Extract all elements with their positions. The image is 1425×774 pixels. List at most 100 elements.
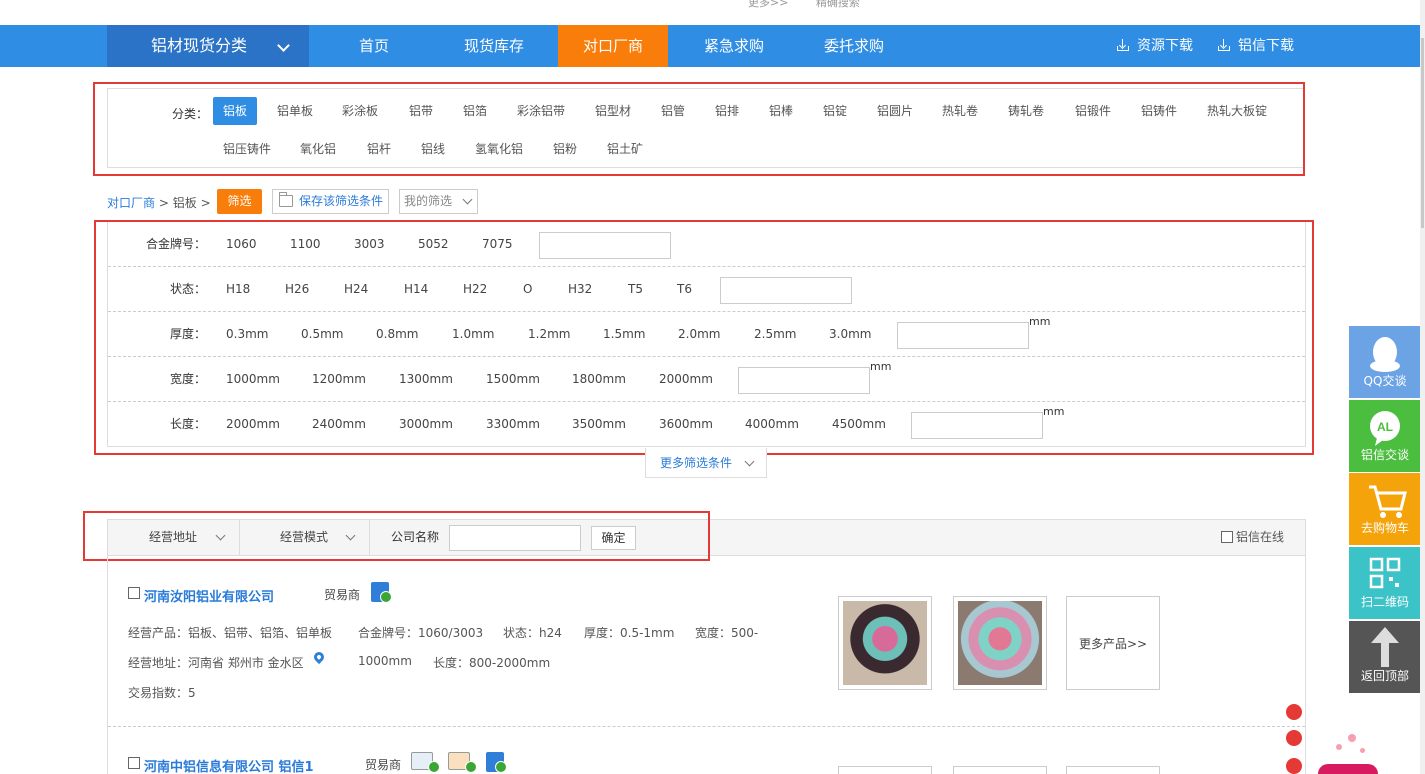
- save-filter-label: 保存该筛选条件: [299, 194, 384, 208]
- category-chip[interactable]: 铝土矿: [597, 135, 653, 163]
- precise-search-link[interactable]: 精确搜索: [816, 0, 860, 9]
- nav-home[interactable]: 首页: [319, 25, 429, 67]
- online-label: 铝信在线: [1236, 530, 1285, 544]
- category-label: 分类：: [172, 107, 209, 121]
- arrow-up-icon: [1371, 627, 1399, 667]
- category-chip[interactable]: 铝铸件: [1131, 97, 1187, 125]
- product-thumbnail[interactable]: [838, 766, 932, 774]
- filter-button[interactable]: 筛选: [217, 189, 262, 214]
- hearts-decoration-icon: [1318, 730, 1378, 774]
- gear-icon[interactable]: [1286, 758, 1302, 774]
- category-chip[interactable]: 铝管: [651, 97, 695, 125]
- moon-icon[interactable]: [1286, 730, 1302, 746]
- product-thumbnail[interactable]: [953, 766, 1047, 774]
- category-chip[interactable]: 铝锻件: [1065, 97, 1121, 125]
- category-chip[interactable]: 铝单板: [267, 97, 323, 125]
- category-chip[interactable]: 铝排: [705, 97, 749, 125]
- category-chip[interactable]: 铝带: [399, 97, 443, 125]
- lvxin-chat-label: 铝信交谈: [1360, 448, 1409, 462]
- company-products: 经营产品：铝板、铝带、铝箔、铝单板: [128, 626, 333, 640]
- scrollbar-thumb[interactable]: [1421, 38, 1424, 228]
- breadcrumb-root[interactable]: 对口厂商: [107, 196, 155, 210]
- highlight-box: [83, 511, 710, 561]
- divider: [108, 726, 1305, 727]
- spec-width-cont: 1000mm: [358, 654, 412, 668]
- category-chip[interactable]: 热轧卷: [932, 97, 988, 125]
- resource-download-link[interactable]: 资源下载: [1117, 25, 1193, 67]
- download-icon: [1117, 39, 1129, 51]
- cart-label: 去购物车: [1360, 521, 1409, 535]
- more-products-button[interactable]: 更多产品>>: [1066, 596, 1160, 690]
- spec-length: 长度：800-2000mm: [433, 656, 551, 670]
- nav-urgent-purchase[interactable]: 紧急求购: [679, 25, 789, 67]
- qrcode-button[interactable]: 扫二维码: [1349, 547, 1421, 619]
- chevron-down-icon: [277, 39, 290, 52]
- more-filters-button[interactable]: 更多筛选条件: [645, 448, 767, 478]
- category-menu-label: 铝材现货分类: [151, 36, 248, 55]
- download-icon: [1218, 39, 1230, 51]
- chevron-down-icon: [462, 194, 473, 205]
- product-thumbnail[interactable]: [838, 596, 932, 690]
- category-chip[interactable]: 铸轧卷: [998, 97, 1054, 125]
- qq-icon: [1370, 337, 1400, 372]
- product-thumbnail[interactable]: [953, 596, 1047, 690]
- my-filter-label: 我的筛选: [404, 194, 453, 208]
- online-filter[interactable]: 铝信在线: [1221, 520, 1284, 555]
- category-chip[interactable]: 铝线: [411, 135, 455, 163]
- back-to-top-label: 返回顶部: [1360, 669, 1409, 683]
- resource-download-label: 资源下载: [1137, 38, 1193, 54]
- category-chip[interactable]: 氢氧化铝: [465, 135, 533, 163]
- spec-alloy: 合金牌号：1060/3003: [358, 626, 484, 640]
- category-chip[interactable]: 彩涂铝带: [507, 97, 575, 125]
- category-chip[interactable]: 氧化铝: [290, 135, 346, 163]
- qrcode-icon: [1369, 557, 1401, 589]
- category-menu-button[interactable]: 铝材现货分类: [107, 25, 309, 67]
- lvxin-chat-button[interactable]: AL 铝信交谈: [1349, 400, 1421, 472]
- breadcrumb: 对口厂商 > 铝板 >: [107, 194, 211, 211]
- cart-button[interactable]: 去购物车: [1349, 473, 1421, 545]
- category-chip[interactable]: 热轧大板锭: [1197, 97, 1277, 125]
- category-chip[interactable]: 铝板: [213, 97, 258, 125]
- save-filter-button[interactable]: 保存该筛选条件: [272, 189, 389, 214]
- company-list: 河南汝阳铝业有限公司 贸易商 经营产品：铝板、铝带、铝箔、铝单板 合金牌号：10…: [107, 556, 1306, 774]
- nav-manufacturers[interactable]: 对口厂商: [558, 25, 668, 67]
- chevron-down-icon: [744, 456, 755, 467]
- online-checkbox[interactable]: [1221, 531, 1233, 543]
- product-thumbnail[interactable]: [1066, 766, 1160, 774]
- company-select-checkbox[interactable]: [128, 756, 143, 770]
- breadcrumb-sep: >: [200, 196, 211, 210]
- company-select-checkbox[interactable]: [128, 586, 143, 600]
- category-chip[interactable]: 铝箔: [453, 97, 497, 125]
- trade-index: 交易指数：5: [128, 686, 196, 700]
- category-chip[interactable]: 铝圆片: [867, 97, 923, 125]
- cart-icon: [1369, 485, 1407, 518]
- nav-entrusted-purchase[interactable]: 委托求购: [799, 25, 909, 67]
- spec-state: 状态：h24: [503, 626, 562, 640]
- category-chip[interactable]: 铝杆: [357, 135, 401, 163]
- company-name-link[interactable]: 河南中铝信息有限公司 铝信1: [144, 756, 314, 774]
- main-nav: 铝材现货分类 首页 现货库存 对口厂商 紧急求购 委托求购 资源下载 铝信下载: [0, 25, 1420, 67]
- category-chip[interactable]: 铝粉: [543, 135, 587, 163]
- folder-icon: [279, 192, 293, 207]
- top-links: 更多>> 精确搜索: [748, 0, 884, 10]
- lvxin-download-link[interactable]: 铝信下载: [1218, 25, 1294, 67]
- category-chip[interactable]: 彩涂板: [332, 97, 388, 125]
- more-link[interactable]: 更多>>: [748, 0, 788, 9]
- company-type: 贸易商: [324, 588, 361, 602]
- qrcode-label: 扫二维码: [1360, 595, 1409, 609]
- check-icon: [495, 761, 507, 773]
- refresh-icon[interactable]: [1286, 704, 1302, 720]
- category-chip[interactable]: 铝棒: [759, 97, 803, 125]
- spec-width: 宽度：500-: [695, 626, 759, 640]
- qq-chat-button[interactable]: QQ交谈: [1349, 326, 1421, 398]
- company-address: 经营地址：河南省 郑州市 金水区: [128, 656, 304, 670]
- back-to-top-button[interactable]: 返回顶部: [1349, 621, 1421, 693]
- nav-stock[interactable]: 现货库存: [439, 25, 549, 67]
- company-name-link[interactable]: 河南汝阳铝业有限公司: [144, 586, 274, 605]
- my-filter-select[interactable]: 我的筛选: [399, 189, 478, 214]
- category-chip[interactable]: 铝型材: [585, 97, 641, 125]
- category-chip[interactable]: 铝压铸件: [213, 135, 281, 163]
- lvxin-download-label: 铝信下载: [1238, 38, 1294, 54]
- category-chip[interactable]: 铝锭: [813, 97, 857, 125]
- check-icon: [380, 591, 392, 603]
